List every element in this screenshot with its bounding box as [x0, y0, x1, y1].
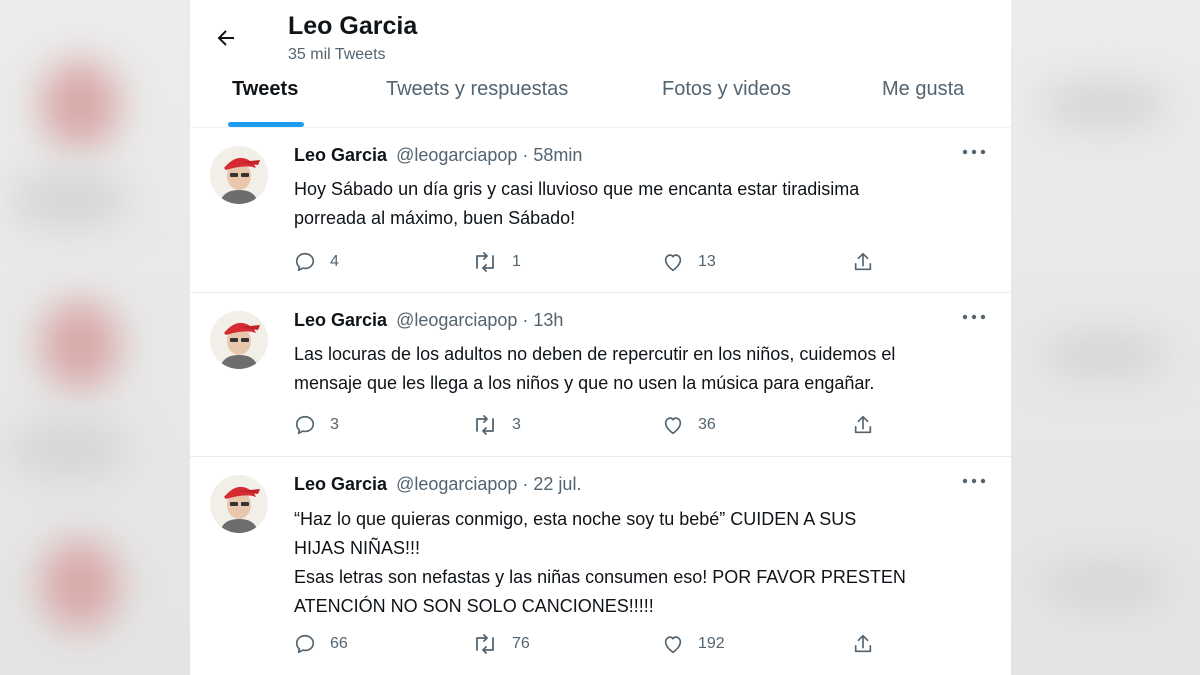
tweet-header: Leo Garcia @leogarciapop · 13h — [294, 310, 563, 331]
retweet-button[interactable]: 1 — [472, 248, 521, 276]
tweet-header: Leo Garcia @leogarciapop · 22 jul. — [294, 474, 581, 495]
tweet-line: ATENCIÓN NO SON SOLO CANCIONES!!!!! — [294, 596, 654, 616]
author-handle-time: @leogarciapop · 13h — [396, 310, 564, 330]
reply-count: 4 — [330, 253, 339, 270]
reply-count: 66 — [330, 635, 348, 652]
more-dots-icon — [962, 478, 986, 484]
background-left — [0, 0, 190, 675]
tweet-line: HIJAS NIÑAS!!! — [294, 538, 421, 558]
retweet-icon — [476, 252, 494, 272]
retweet-icon — [476, 415, 494, 435]
tweet[interactable]: Leo Garcia @leogarciapop · 13h Las locur… — [190, 293, 1011, 457]
like-count: 192 — [698, 635, 725, 652]
author-handle-time: @leogarciapop · 22 jul. — [396, 474, 582, 494]
retweet-button[interactable]: 3 — [472, 411, 521, 439]
author-name[interactable]: Leo Garcia — [294, 310, 387, 330]
heart-icon — [664, 254, 682, 272]
author-handle-time: @leogarciapop · 58min — [396, 145, 583, 165]
reply-bubble-icon — [295, 252, 315, 272]
reply-bubble-icon — [295, 415, 315, 435]
tweet-actions: 3 3 36 — [294, 411, 894, 439]
like-button[interactable]: 36 — [662, 411, 716, 439]
tweet[interactable]: Leo Garcia @leogarciapop · 58min Hoy Sáb… — [190, 128, 1011, 293]
profile-header: Leo Garcia 35 mil Tweets Tweets Tweets y… — [190, 0, 1011, 128]
author-name[interactable]: Leo Garcia — [294, 145, 387, 165]
retweet-icon — [476, 634, 494, 654]
tweet-line: mensaje que les llega a los niños y que … — [294, 373, 875, 393]
heart-icon — [664, 636, 682, 654]
retweet-count: 3 — [512, 416, 521, 433]
heart-icon — [664, 417, 682, 435]
share-icon — [854, 252, 872, 271]
tweet-text: Hoy Sábado un día gris y casi lluvioso q… — [294, 175, 994, 233]
share-button[interactable] — [852, 630, 888, 658]
tab-fotos-y-videos[interactable]: Fotos y videos — [662, 70, 791, 128]
tweet-header: Leo Garcia @leogarciapop · 58min — [294, 145, 582, 166]
arrow-left-icon — [217, 30, 234, 46]
tweet-line: Hoy Sábado un día gris y casi lluvioso q… — [294, 179, 860, 199]
share-button[interactable] — [852, 411, 888, 439]
reply-button[interactable]: 3 — [294, 411, 339, 439]
avatar[interactable] — [210, 475, 268, 533]
more-dots-icon — [962, 149, 986, 155]
avatar[interactable] — [210, 311, 268, 369]
tab-me-gusta[interactable]: Me gusta — [882, 70, 964, 128]
tab-tweets[interactable]: Tweets — [232, 70, 298, 128]
reply-button[interactable]: 4 — [294, 248, 339, 276]
back-button[interactable] — [210, 22, 242, 54]
more-button[interactable] — [959, 471, 989, 491]
tweet[interactable]: Leo Garcia @leogarciapop · 22 jul. “Haz … — [190, 457, 1011, 675]
retweet-count: 1 — [512, 253, 521, 270]
more-button[interactable] — [959, 142, 989, 162]
author-name[interactable]: Leo Garcia — [294, 474, 387, 494]
reply-count: 3 — [330, 416, 339, 433]
profile-name: Leo Garcia — [288, 12, 418, 40]
avatar[interactable] — [210, 146, 268, 204]
like-count: 36 — [698, 416, 716, 433]
tweet-line: Las locuras de los adultos no deben de r… — [294, 344, 896, 364]
tweet-line: porreada al máximo, buen Sábado! — [294, 208, 576, 228]
profile-timeline: Leo Garcia 35 mil Tweets Tweets Tweets y… — [190, 0, 1011, 675]
background-right — [1010, 0, 1200, 675]
tab-tweets-y-respuestas[interactable]: Tweets y respuestas — [386, 70, 568, 128]
retweet-count: 76 — [512, 635, 530, 652]
tweet-line: “Haz lo que quieras conmigo, esta noche … — [294, 509, 857, 529]
more-button[interactable] — [959, 307, 989, 327]
share-icon — [854, 415, 872, 434]
share-button[interactable] — [852, 248, 888, 276]
more-dots-icon — [962, 314, 986, 320]
like-button[interactable]: 13 — [662, 248, 716, 276]
like-count: 13 — [698, 253, 716, 270]
tweet-line: Esas letras son nefastas y las niñas con… — [294, 567, 906, 587]
tweet-actions: 66 76 192 — [294, 630, 894, 658]
tweet-text: Las locuras de los adultos no deben de r… — [294, 340, 994, 398]
like-button[interactable]: 192 — [662, 630, 725, 658]
retweet-button[interactable]: 76 — [472, 630, 530, 658]
share-icon — [854, 634, 872, 653]
profile-tabs: Tweets Tweets y respuestas Fotos y video… — [190, 70, 1011, 128]
tweet-text: “Haz lo que quieras conmigo, esta noche … — [294, 505, 994, 621]
reply-bubble-icon — [295, 634, 315, 654]
tweet-actions: 4 1 13 — [294, 248, 894, 276]
tweet-count: 35 mil Tweets — [288, 46, 386, 63]
reply-button[interactable]: 66 — [294, 630, 348, 658]
